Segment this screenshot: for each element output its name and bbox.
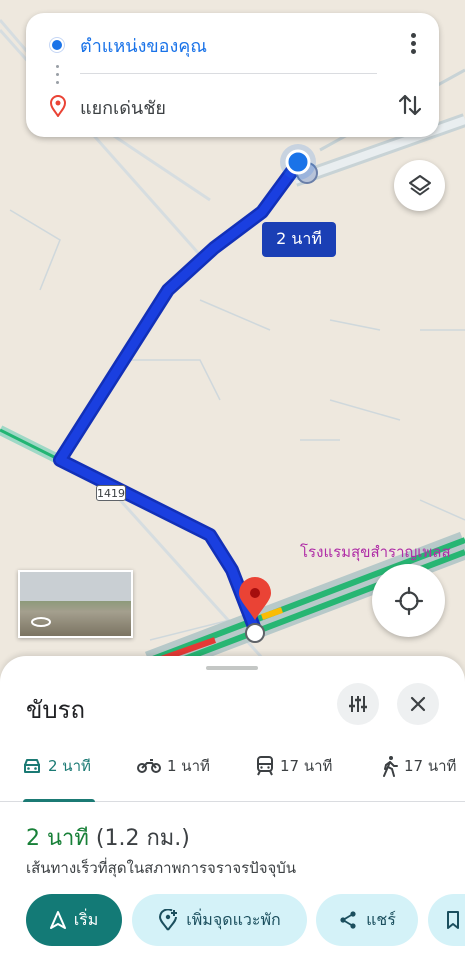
sheet-title: ขับรถ [26,696,86,724]
tab-walk-label: 17 นาที [404,757,457,775]
tab-car[interactable]: 2 นาที [22,754,91,778]
tab-transit[interactable]: 17 นาที [256,754,332,778]
origin-field[interactable]: ตำแหน่งของคุณ [80,31,207,60]
walk-icon [383,756,398,777]
travel-mode-tabs: 2 นาที 1 นาที 17 นาที 17 นาที [0,744,465,802]
directions-sheet: ขับรถ 2 นาที 1 นาที 17 นาที 17 นาที 2 นา… [0,656,465,960]
rotate-360-icon [31,617,51,627]
directions-search-card: ตำแหน่งของคุณ แยกเด่นชัย [26,13,439,137]
field-divider [80,73,377,74]
add-stop-label: เพิ่มจุดแวะพัก [186,909,281,929]
route-options-button[interactable] [337,683,379,725]
share-label: แชร์ [366,909,396,929]
navigation-arrow-icon [49,911,66,929]
route-dots-icon [56,65,59,87]
tab-walk[interactable]: 17 นาที [382,754,456,778]
route-duration: 2 นาที [26,826,89,851]
destination-field[interactable]: แยกเด่นชัย [80,93,166,122]
tab-motorcycle[interactable]: 1 นาที [137,754,210,778]
more-options-icon[interactable] [409,33,417,57]
car-icon [24,759,40,773]
add-location-icon [159,909,178,931]
bookmark-icon [447,911,459,929]
transit-icon [257,756,273,776]
share-icon [340,911,356,929]
close-button[interactable] [397,683,439,725]
street-view-thumbnail[interactable] [18,570,133,638]
tab-motorcycle-label: 1 นาที [167,757,210,775]
tab-car-label: 2 นาที [48,757,91,775]
layers-button[interactable] [394,160,445,211]
swap-icon[interactable] [398,93,422,121]
tune-icon [349,696,367,712]
close-icon [410,696,426,712]
poi-label[interactable]: โรงแรมสุขสำราญเพลส [300,540,465,564]
origin-dot-icon [50,38,64,52]
motorcycle-icon [137,759,161,773]
save-button[interactable] [428,894,465,946]
start-button[interactable]: เริ่ม [26,894,122,946]
my-location-button[interactable] [372,564,445,637]
tab-transit-label: 17 นาที [280,757,333,775]
crosshair-icon [394,586,423,615]
route-time-badge[interactable]: 2 นาที [262,222,336,257]
active-tab-indicator [23,799,95,802]
destination-pin-icon [49,95,67,121]
route-description: เส้นทางเร็วที่สุดในสภาพการจราจรปัจจุบัน [26,859,297,877]
route-summary: 2 นาที (1.2 กม.) [26,820,190,855]
road-number-badge: 1419 [96,485,126,501]
share-button[interactable]: แชร์ [316,894,418,946]
route-distance: (1.2 กม.) [95,826,190,851]
start-button-label: เริ่ม [73,909,99,929]
layers-icon [408,174,431,195]
drag-handle[interactable] [206,666,258,670]
add-stop-button[interactable]: เพิ่มจุดแวะพัก [132,894,307,946]
